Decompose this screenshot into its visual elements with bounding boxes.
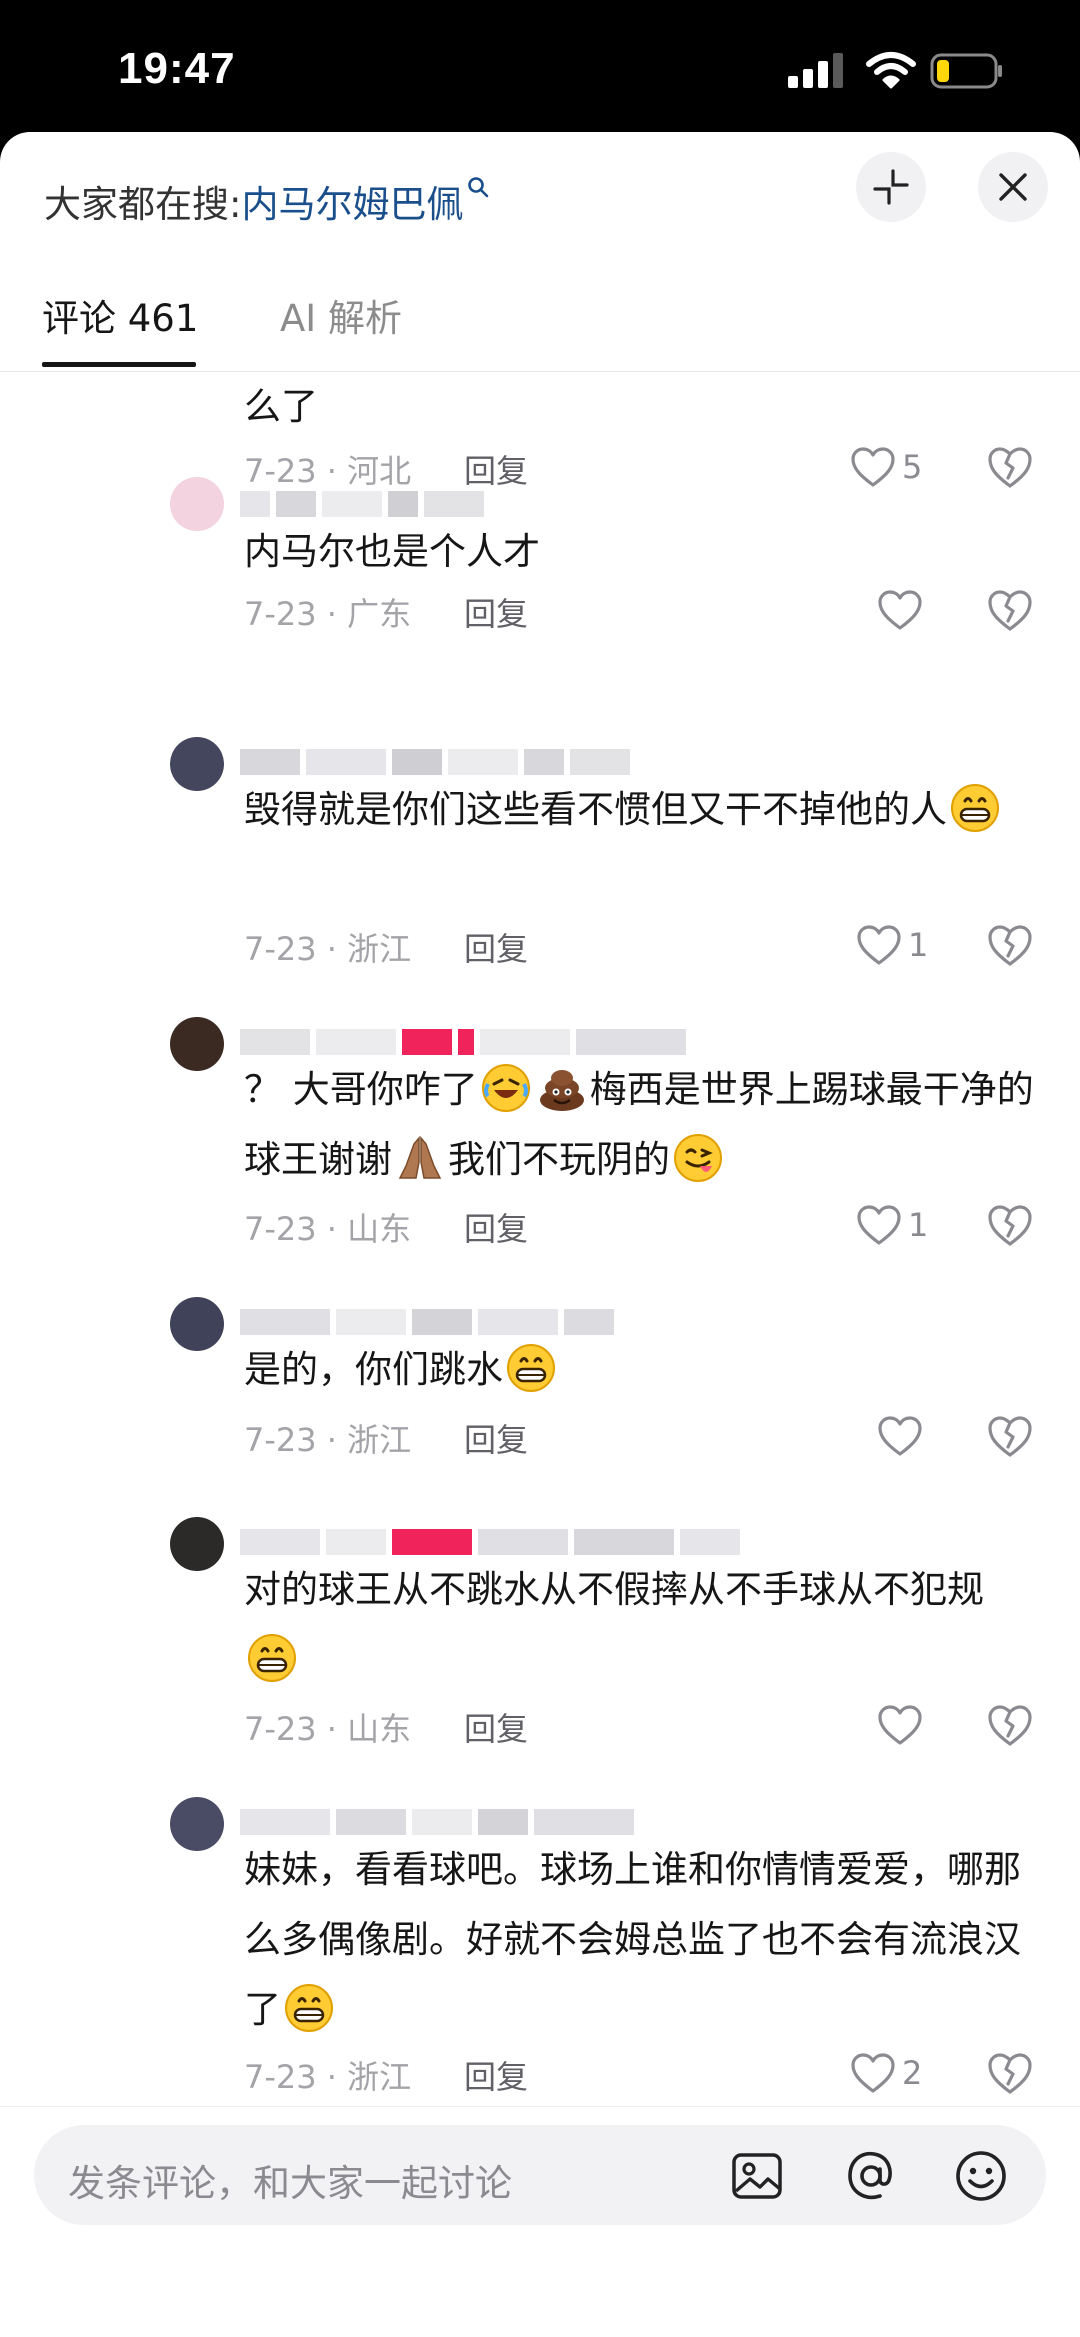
comment-text-part: 我们不玩阴的: [448, 1138, 670, 1181]
comment-item: 妹妹，看看球吧。球场上谁和你情情爱爱，哪那么多偶像剧。好就不会姆总监了也不会有流…: [0, 1797, 1080, 2137]
comment-text: 对的球王从不跳水从不假摔从不手球从不犯规: [244, 1555, 1034, 1695]
heart-icon: [878, 590, 922, 630]
comment-meta: 7-23 · 浙江: [244, 1421, 412, 1459]
heart-icon: [857, 925, 901, 965]
like-button[interactable]: [877, 1700, 923, 1750]
like-count: 1: [908, 926, 929, 964]
comment-item: 是的，你们跳水 7-23 · 浙江 回复: [0, 1297, 1080, 1497]
nickname-redacted[interactable]: [240, 745, 630, 779]
tab-comments[interactable]: 评论 461: [42, 288, 198, 342]
poop-emoji-icon: [539, 1070, 584, 1111]
like-button[interactable]: [877, 1411, 923, 1461]
tab-bar: 评论 461 AI 解析: [0, 282, 1080, 372]
comment-text: 内马尔也是个人才: [244, 530, 540, 573]
rofl-emoji-icon: [481, 1064, 530, 1112]
grin-emoji-icon: [248, 1634, 296, 1682]
grin-emoji-icon: [285, 1984, 333, 2032]
heart-icon: [878, 1705, 922, 1745]
winking-tongue-emoji-icon: [674, 1134, 722, 1182]
cellular-signal-icon: [788, 53, 843, 88]
nickname-redacted[interactable]: [240, 487, 484, 521]
heart-icon: [851, 2053, 895, 2093]
comment-item: 对的球王从不跳水从不假摔从不手球从不犯规 7-23 · 山东 回复: [0, 1517, 1080, 1777]
comment-input-bar: 发条评论，和大家一起讨论: [0, 2106, 1080, 2337]
dislike-icon[interactable]: [986, 585, 1034, 635]
comment-text: ？ 大哥你咋了 梅西是世界上踢球最干净的球王谢谢 我们不玩阴的: [244, 1055, 1034, 1195]
battery-icon: [930, 53, 1002, 89]
emoji-icon[interactable]: [952, 2147, 1010, 2205]
trending-search-link[interactable]: 大家都在搜:内马尔姆巴佩: [44, 174, 491, 228]
comment-text: 是的，你们跳水: [244, 1335, 1034, 1405]
like-count: 1: [908, 1206, 929, 1244]
avatar[interactable]: [170, 1517, 224, 1571]
trending-search-prefix: 大家都在搜:: [44, 183, 242, 226]
avatar[interactable]: [170, 1297, 224, 1351]
avatar[interactable]: [170, 477, 224, 531]
comment-text-content: 是的，你们跳水: [244, 1348, 503, 1391]
comment-item: 毁得就是你们这些看不惯但又干不掉他的人 7-23 · 浙江 回复 1: [0, 737, 1080, 997]
nickname-redacted[interactable]: [240, 1305, 614, 1339]
reply-button[interactable]: 回复: [464, 1704, 528, 1750]
trending-search-keyword[interactable]: 内马尔姆巴佩: [241, 183, 463, 226]
reply-button[interactable]: 回复: [464, 589, 528, 635]
reply-button[interactable]: 回复: [464, 924, 528, 970]
comment-item: 内马尔也是个人才 7-23 · 广东 回复: [0, 477, 1080, 633]
active-tab-indicator: [42, 362, 196, 367]
status-bar: 19:47: [0, 0, 1080, 132]
dislike-icon[interactable]: [986, 1411, 1034, 1461]
comment-item: 么了 7-23 · 河北 回复 5: [0, 372, 1080, 492]
comment-text-content: 毁得就是你们这些看不惯但又干不掉他的人: [244, 788, 947, 831]
comment-meta: 7-23 · 山东: [244, 1710, 412, 1748]
avatar[interactable]: [170, 1017, 224, 1071]
wifi-icon: [866, 52, 916, 89]
close-button[interactable]: [978, 152, 1048, 222]
reply-button[interactable]: 回复: [464, 2052, 528, 2098]
nickname-redacted[interactable]: [240, 1025, 686, 1059]
comment-meta: 7-23 · 山东: [244, 1210, 412, 1248]
nickname-redacted[interactable]: [240, 1805, 634, 1839]
dislike-icon[interactable]: [986, 2048, 1034, 2098]
comment-meta: 7-23 · 浙江: [244, 2058, 412, 2096]
pray-emoji-icon: [398, 1135, 442, 1179]
comment-input[interactable]: 发条评论，和大家一起讨论: [34, 2125, 1046, 2225]
dislike-icon[interactable]: [986, 1200, 1034, 1250]
heart-icon: [878, 1416, 922, 1456]
like-button[interactable]: 1: [856, 1200, 928, 1250]
comment-list[interactable]: 么了 7-23 · 河北 回复 5 内马尔也是个人才 7-23 · 广东 回复: [0, 372, 1080, 2242]
heart-icon: [857, 1205, 901, 1245]
comment-item: ？ 大哥你咋了 梅西是世界上踢球最干净的球王谢谢 我们不玩阴的 7-23 · 山东 …: [0, 1017, 1080, 1277]
comment-text-content: 对的球王从不跳水从不假摔从不手球从不犯规: [244, 1568, 984, 1611]
comment-meta: 7-23 · 广东: [244, 595, 412, 633]
status-time: 19:47: [118, 44, 236, 93]
comment-meta: 7-23 · 浙江: [244, 930, 412, 968]
nickname-redacted[interactable]: [240, 1525, 740, 1559]
image-icon[interactable]: [728, 2147, 786, 2205]
comment-text: 妹妹，看看球吧。球场上谁和你情情爱爱，哪那么多偶像剧。好就不会姆总监了也不会有流…: [244, 1835, 1034, 2045]
dislike-icon[interactable]: [986, 1700, 1034, 1750]
search-icon: [468, 177, 489, 198]
reply-button[interactable]: 回复: [464, 1204, 528, 1250]
comment-text-content: 妹妹，看看球吧。球场上谁和你情情爱爱，哪那么多偶像剧。好就不会姆总监了也不会有流…: [244, 1848, 1021, 2031]
tab-ai-analysis[interactable]: AI 解析: [280, 288, 402, 342]
collapse-button[interactable]: [856, 152, 926, 222]
dislike-icon[interactable]: [986, 920, 1034, 970]
grin-emoji-icon: [951, 784, 999, 832]
collapse-icon: [873, 169, 909, 205]
comment-text: 么了: [244, 385, 318, 428]
like-button[interactable]: 2: [850, 2048, 922, 2098]
comment-input-placeholder: 发条评论，和大家一起讨论: [68, 2162, 512, 2205]
comments-sheet: 大家都在搜:内马尔姆巴佩 评论 461 AI 解析 么了 7-23 · 河北 回…: [0, 132, 1080, 2337]
avatar[interactable]: [170, 737, 224, 791]
avatar[interactable]: [170, 1797, 224, 1851]
like-count: 2: [902, 2054, 923, 2092]
like-button[interactable]: [877, 585, 923, 635]
comment-text-part: ？ 大哥你咋了: [244, 1068, 478, 1111]
grin-emoji-icon: [507, 1344, 555, 1392]
close-icon: [999, 173, 1027, 201]
comment-text: 毁得就是你们这些看不惯但又干不掉他的人: [244, 775, 1034, 845]
at-mention-icon[interactable]: [842, 2147, 900, 2205]
reply-button[interactable]: 回复: [464, 1415, 528, 1461]
like-button[interactable]: 1: [856, 920, 928, 970]
